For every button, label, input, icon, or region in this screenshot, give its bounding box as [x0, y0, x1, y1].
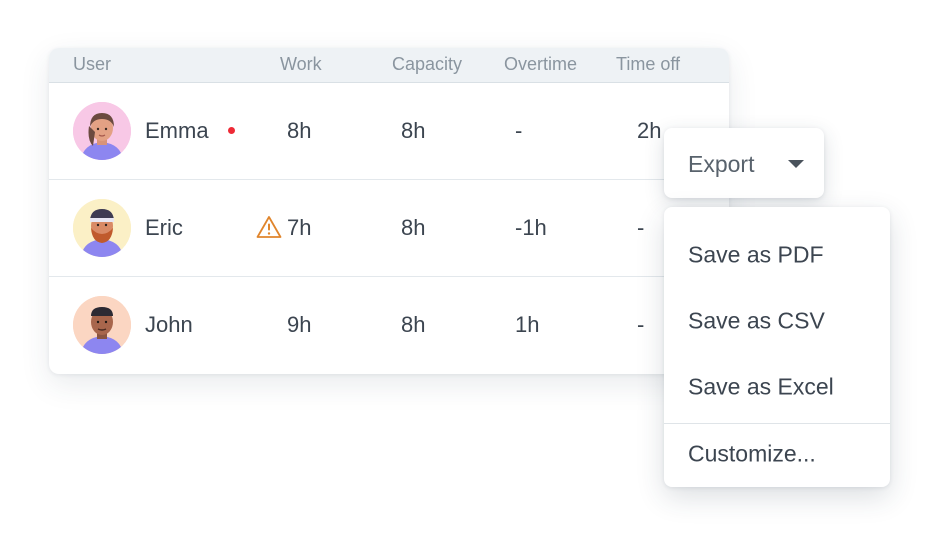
- user-name: Emma: [145, 118, 209, 143]
- work-value: 8h: [287, 118, 312, 143]
- header-time-off: Time off: [616, 54, 681, 74]
- header-user: User: [73, 54, 112, 74]
- capacity-value: 8h: [401, 312, 426, 337]
- woman-avatar-icon: [73, 102, 131, 160]
- menu-item-save-excel[interactable]: Save as Excel: [664, 353, 890, 419]
- menu-item-label: Customize...: [688, 440, 816, 467]
- work-value: 9h: [287, 312, 312, 337]
- table-row[interactable]: Emma 8h 8h - 2h: [49, 83, 729, 180]
- menu-item-save-pdf[interactable]: Save as PDF: [664, 221, 890, 287]
- menu-item-label: Save as CSV: [688, 307, 825, 334]
- red-dot-icon: [228, 127, 235, 134]
- avatar: [73, 102, 131, 160]
- header-capacity: Capacity: [392, 54, 463, 74]
- menu-item-save-csv[interactable]: Save as CSV: [664, 287, 890, 353]
- man-avatar-icon: [73, 296, 131, 354]
- warning-triangle-icon: [256, 216, 282, 238]
- user-name: John: [145, 312, 193, 337]
- export-menu: Save as PDF Save as CSV Save as Excel Cu…: [664, 207, 890, 487]
- overtime-value: -: [515, 118, 523, 143]
- menu-item-label: Save as Excel: [688, 373, 834, 400]
- avatar: [73, 199, 131, 257]
- header-work: Work: [280, 54, 322, 74]
- menu-item-customize[interactable]: Customize...: [664, 420, 890, 486]
- export-label: Export: [688, 151, 755, 177]
- avatar: [73, 296, 131, 354]
- header-overtime: Overtime: [504, 54, 578, 74]
- caret-down-icon: [788, 160, 804, 168]
- table-header: User Work Capacity Overtime Time off: [49, 48, 729, 83]
- work-value: 7h: [287, 215, 312, 240]
- capacity-value: 8h: [401, 118, 426, 143]
- overtime-value: 1h: [515, 312, 540, 337]
- time-off-value: -: [637, 312, 645, 337]
- time-off-value: -: [637, 215, 645, 240]
- menu-item-label: Save as PDF: [688, 241, 824, 268]
- bearded-man-avatar-icon: [73, 199, 131, 257]
- export-dropdown-button[interactable]: Export: [664, 128, 824, 198]
- capacity-table: User Work Capacity Overtime Time off Emm…: [49, 48, 729, 374]
- overtime-value: -1h: [515, 215, 547, 240]
- time-off-value: 2h: [637, 118, 662, 143]
- table-row[interactable]: John 9h 8h 1h -: [49, 277, 729, 373]
- table-row[interactable]: Eric 7h 8h -1h -: [49, 180, 729, 277]
- capacity-value: 8h: [401, 215, 426, 240]
- user-name: Eric: [145, 215, 183, 240]
